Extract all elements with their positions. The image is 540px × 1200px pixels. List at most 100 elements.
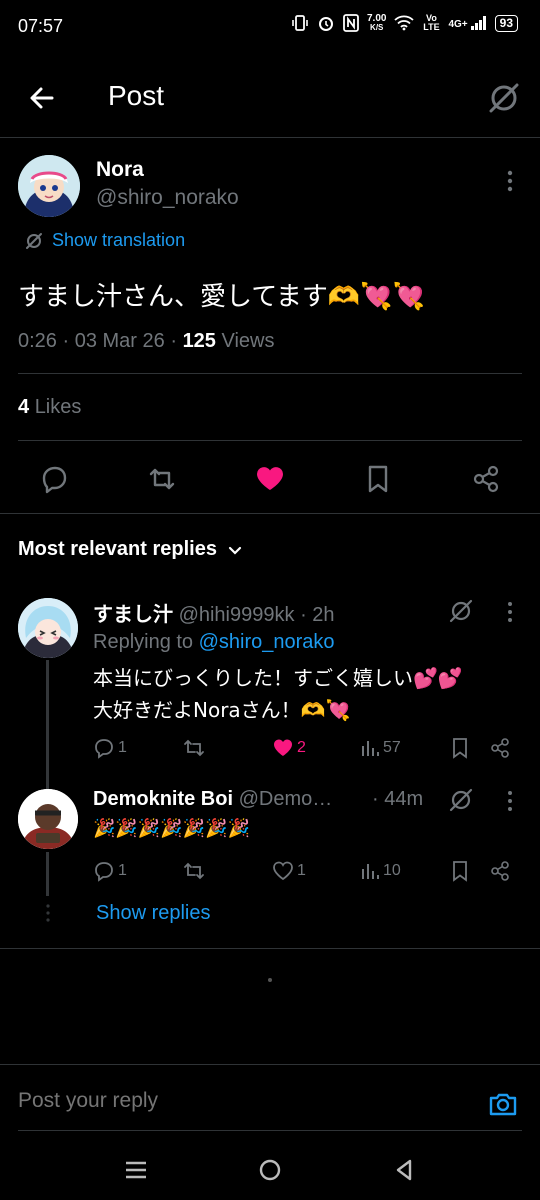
- views-label: Views: [221, 330, 275, 352]
- post-meta: 0:26 · 03 Mar 26 · 125 Views: [18, 330, 275, 352]
- menu-icon: [126, 1161, 146, 1179]
- reply-button[interactable]: [38, 463, 70, 495]
- alarm-icon: [317, 14, 335, 32]
- page-title: Post: [108, 80, 165, 111]
- likes-summary[interactable]: 4 Likes: [18, 396, 81, 419]
- divider: [18, 440, 522, 441]
- home-button[interactable]: [256, 1156, 284, 1184]
- reply-views[interactable]: 57: [360, 737, 401, 759]
- reply-icon: [42, 466, 67, 494]
- bookmark-icon: [453, 861, 467, 882]
- grok-button[interactable]: [448, 598, 474, 624]
- volte-label: Vo LTE: [423, 13, 440, 32]
- author-avatar[interactable]: [18, 155, 80, 217]
- avatar-image: [18, 155, 80, 217]
- thread-line: [46, 852, 49, 896]
- show-translation-link[interactable]: Show translation: [24, 230, 185, 251]
- chevron-down-icon: [228, 546, 242, 555]
- reply-like-button[interactable]: 2: [272, 737, 306, 759]
- reply-author-handle[interactable]: @Demo…: [239, 788, 333, 810]
- reply-bookmark-button[interactable]: [450, 737, 470, 759]
- reply-views[interactable]: 10: [360, 860, 401, 882]
- reply-author-name[interactable]: すまし汁: [93, 604, 173, 626]
- reply-more-button[interactable]: [500, 789, 520, 813]
- grok-icon: [449, 788, 473, 812]
- reply-icon: [95, 862, 113, 882]
- home-circle-icon: [259, 1159, 281, 1181]
- reply-share-button[interactable]: [489, 737, 511, 759]
- bookmark-icon: [453, 738, 467, 759]
- reply-repost-button[interactable]: [182, 860, 209, 882]
- share-icon: [491, 861, 509, 881]
- reply-bookmark-button[interactable]: [450, 860, 470, 882]
- reply-comment-button[interactable]: 1: [93, 860, 127, 882]
- recents-button[interactable]: [122, 1156, 150, 1184]
- divider: [0, 948, 540, 949]
- share-icon: [491, 738, 509, 758]
- reply-age: 44m: [384, 788, 424, 810]
- avatar-image: [18, 598, 78, 658]
- camera-button[interactable]: [488, 1089, 518, 1119]
- reply-avatar[interactable]: [18, 789, 78, 849]
- reply-text: 🎉🎉🎉🎉🎉🎉🎉: [93, 818, 250, 839]
- grok-button[interactable]: [486, 80, 522, 116]
- reply-age: 2h: [312, 604, 335, 626]
- heart-filled-icon: [273, 739, 293, 756]
- reply-composer: [0, 1064, 540, 1140]
- back-triangle-icon: [396, 1159, 412, 1181]
- reply-comment-button[interactable]: 1: [93, 737, 127, 759]
- network-speed: 7.00 K/S: [366, 13, 387, 33]
- reply-like-button[interactable]: 1: [272, 860, 306, 882]
- repost-icon: [184, 739, 204, 757]
- more-vertical-icon: [508, 602, 512, 622]
- back-nav-button[interactable]: [390, 1156, 418, 1184]
- repost-icon: [184, 862, 204, 880]
- reply-author-name[interactable]: Demoknite Boi: [93, 788, 233, 810]
- more-vertical-icon: [508, 791, 512, 811]
- analytics-icon: [362, 741, 379, 756]
- reply-text: 本当にびっくりした！すごく嬉しい💕💕 大好きだよNoraさん！🫶💘: [93, 666, 463, 722]
- status-icons: 7.00 K/S Vo LTE 4G+ 93: [291, 14, 518, 32]
- likes-label: Likes: [34, 396, 82, 418]
- author-handle[interactable]: @shiro_norako: [96, 186, 239, 210]
- battery-indicator: 93: [494, 14, 518, 32]
- more-options-button[interactable]: [500, 168, 520, 194]
- post-time: 0:26: [18, 330, 57, 352]
- repost-button[interactable]: [146, 463, 178, 495]
- views-count: 125: [182, 330, 216, 352]
- thread-dots: [44, 904, 52, 922]
- avatar-image: [18, 789, 78, 849]
- bookmark-button[interactable]: [362, 463, 394, 495]
- grok-icon: [449, 599, 473, 623]
- grok-icon: [489, 83, 519, 113]
- reply-underline: [18, 1130, 522, 1131]
- cellular-signal: 4G+: [448, 16, 486, 30]
- like-button[interactable]: [254, 463, 286, 495]
- likes-count: 4: [18, 396, 30, 418]
- replying-to: Replying to @shiro_norako: [93, 631, 335, 653]
- grok-small-icon: [26, 232, 42, 249]
- replying-to-handle[interactable]: @shiro_norako: [199, 631, 335, 653]
- share-button[interactable]: [470, 463, 502, 495]
- back-arrow-icon: [30, 87, 54, 109]
- reply-repost-button[interactable]: [182, 737, 209, 759]
- more-vertical-icon: [507, 170, 513, 192]
- replies-sort-dropdown[interactable]: Most relevant replies: [18, 538, 243, 561]
- reply-share-button[interactable]: [489, 860, 511, 882]
- back-button[interactable]: [24, 80, 60, 116]
- reply-avatar[interactable]: [18, 598, 78, 658]
- reply-more-button[interactable]: [500, 600, 520, 624]
- reply-author-handle[interactable]: @hihi9999kk: [179, 604, 295, 626]
- reply-header: Demoknite Boi @Demo…: [93, 788, 332, 811]
- grok-button[interactable]: [448, 787, 474, 813]
- post-text: すまし汁さん、愛してます🫶💘💘: [18, 282, 426, 312]
- reply-age-wrap: · 44m: [372, 788, 424, 810]
- section-divider: [0, 513, 540, 514]
- author-name[interactable]: Nora: [96, 158, 144, 182]
- reply-icon: [95, 739, 113, 759]
- post-date: 03 Mar 26: [74, 330, 165, 352]
- heart-filled-icon: [257, 467, 283, 490]
- status-bar: 07:57 7.00 K/S Vo LTE 4G+ 93: [0, 0, 540, 56]
- show-replies-link[interactable]: Show replies: [96, 902, 211, 925]
- reply-input[interactable]: [18, 1089, 458, 1113]
